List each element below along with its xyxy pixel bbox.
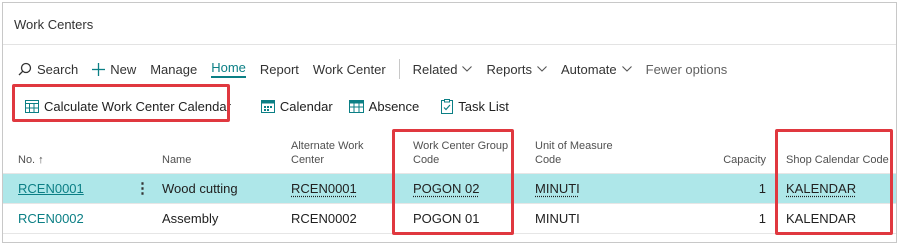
- header-line: Center: [291, 154, 325, 166]
- absence-button[interactable]: Absence: [341, 93, 428, 119]
- row-name: Assembly: [162, 211, 219, 226]
- work-center-label: Work Center: [312, 61, 386, 77]
- highlight-work-center-group-column: [392, 129, 514, 235]
- report-label: Report: [259, 61, 299, 77]
- search-icon: [18, 62, 32, 76]
- row-unit-of-measure[interactable]: MINUTI: [535, 181, 580, 196]
- row-capacity: 1: [758, 181, 766, 196]
- header-line: Code: [535, 154, 562, 166]
- column-header-capacity[interactable]: Capacity: [723, 153, 766, 167]
- fewer-options-label: Fewer options: [645, 61, 728, 77]
- absence-icon: [348, 99, 364, 113]
- chevron-down-icon: [537, 66, 547, 72]
- column-header-name[interactable]: Name: [162, 153, 191, 167]
- chevron-down-icon: [462, 66, 473, 72]
- highlight-calculate-calendar: [12, 84, 230, 122]
- reports-menu[interactable]: Reports: [479, 57, 554, 81]
- column-header-alternate-work-center[interactable]: Alternate Work Center: [291, 139, 364, 167]
- home-label: Home: [211, 60, 246, 78]
- task-list-button[interactable]: Task List: [433, 93, 517, 119]
- highlight-shop-calendar-column: [775, 129, 893, 235]
- action-divider: [398, 59, 400, 79]
- calendar-label: Calendar: [279, 98, 333, 114]
- calendar-button[interactable]: Calendar: [253, 93, 341, 119]
- absence-label: Absence: [368, 98, 420, 114]
- search-label: Search: [37, 61, 79, 77]
- row-alternate-work-center[interactable]: RCEN0002: [291, 211, 357, 226]
- report-tab[interactable]: Report: [253, 57, 306, 81]
- related-menu[interactable]: Related: [406, 57, 480, 81]
- column-header-unit-of-measure-code[interactable]: Unit of Measure Code: [535, 139, 613, 167]
- task-list-label: Task List: [458, 98, 509, 114]
- chevron-down-icon: [621, 66, 632, 72]
- row-name: Wood cutting: [162, 181, 238, 196]
- header-line: Unit of Measure: [535, 140, 613, 152]
- reports-label: Reports: [486, 61, 532, 77]
- calendar-icon: [260, 99, 275, 113]
- task-list-icon: [441, 98, 454, 114]
- action-bar: Search New Manage Home Report Work Cente…: [11, 57, 734, 81]
- column-header-no[interactable]: No. ↑: [18, 153, 44, 167]
- header-line: Alternate Work: [291, 140, 364, 152]
- page-title: Work Centers: [14, 17, 94, 32]
- new-label: New: [110, 61, 137, 77]
- row-capacity: 1: [758, 211, 766, 226]
- automate-label: Automate: [561, 61, 617, 77]
- home-tab[interactable]: Home: [204, 57, 253, 81]
- row-no-link[interactable]: RCEN0002: [18, 211, 84, 226]
- search-action[interactable]: Search: [11, 57, 85, 81]
- new-action[interactable]: New: [85, 57, 143, 81]
- manage-label: Manage: [150, 61, 198, 77]
- more-options-icon[interactable]: ⋮: [135, 179, 150, 197]
- related-label: Related: [412, 61, 458, 77]
- row-no-link[interactable]: RCEN0001: [18, 181, 84, 196]
- title-divider: [3, 44, 896, 45]
- row-unit-of-measure[interactable]: MINUTI: [535, 211, 580, 226]
- fewer-options-button[interactable]: Fewer options: [639, 57, 735, 81]
- manage-tab[interactable]: Manage: [143, 57, 204, 81]
- row-alternate-work-center[interactable]: RCEN0001: [291, 181, 357, 196]
- plus-icon: [92, 62, 106, 76]
- automate-menu[interactable]: Automate: [554, 57, 639, 81]
- work-center-tab[interactable]: Work Center: [306, 57, 393, 81]
